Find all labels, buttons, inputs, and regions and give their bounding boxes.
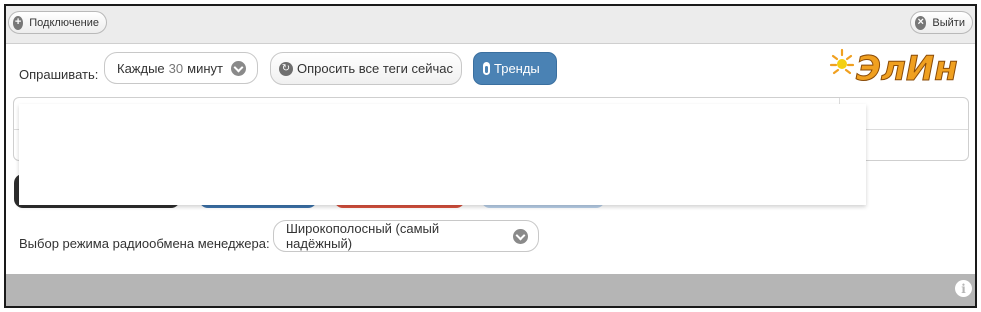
plus-icon: + [13, 15, 24, 30]
chevron-down-icon [230, 60, 246, 76]
radio-mode-value: Широкополосный (самый надёжный) [286, 221, 440, 251]
radio-mode-select[interactable]: Широкополосный (самый надёжный) [273, 220, 539, 252]
footer-bar [6, 274, 975, 306]
poll-all-tags-button[interactable]: ↻ Опросить все теги сейчас [270, 52, 462, 85]
connect-label: Подключение [29, 16, 99, 29]
radio-mode-label: Выбор режима радиообмена менеджера: [19, 236, 270, 251]
logout-button[interactable]: × Выйти [910, 11, 973, 34]
interval-minutes: 30 [168, 60, 184, 76]
trends-label: Тренды [494, 61, 540, 76]
trends-button[interactable]: Тренды [473, 52, 557, 85]
interval-prefix: Каждые [117, 60, 165, 76]
chevron-down-icon [513, 228, 528, 244]
info-icon[interactable]: i [955, 280, 972, 297]
thermometer-icon [483, 62, 490, 75]
refresh-icon: ↻ [279, 61, 293, 76]
interval-suffix: минут [187, 60, 223, 76]
logout-label: Выйти [932, 16, 965, 29]
logo-text: ЭлИн [856, 49, 958, 86]
polling-label: Опрашивать: [19, 67, 99, 82]
app-window: + Подключение × Выйти ЭлИн Опрашивать: К… [4, 4, 977, 308]
elin-logo: ЭлИн [829, 49, 958, 86]
connect-button[interactable]: + Подключение [8, 11, 107, 34]
blank-popup-overlay [19, 104, 866, 205]
polling-interval-select[interactable]: Каждые 30 минут [104, 52, 258, 84]
poll-all-tags-label: Опросить все теги сейчас [297, 61, 453, 76]
close-icon: × [915, 15, 927, 30]
top-toolbar: + Подключение × Выйти [6, 6, 975, 44]
